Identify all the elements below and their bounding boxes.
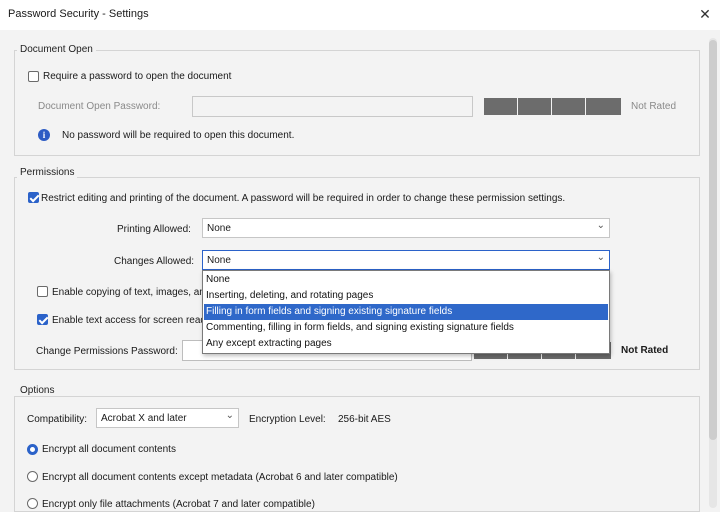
change-permissions-password-label: Change Permissions Password: (36, 346, 178, 357)
chevron-down-icon: ⌄ (596, 220, 605, 231)
changes-allowed-value: None (207, 255, 231, 266)
close-icon[interactable]: ✕ (697, 5, 713, 23)
chevron-down-icon: ⌄ (225, 410, 234, 421)
enable-text-access-checkbox[interactable] (37, 314, 48, 325)
chevron-down-icon: ⌄ (596, 252, 605, 263)
no-password-info-text: No password will be required to open thi… (62, 130, 295, 141)
dropdown-option[interactable]: Commenting, filling in form fields, and … (204, 320, 608, 336)
encryption-level-value: 256-bit AES (338, 414, 391, 425)
printing-allowed-value: None (207, 223, 231, 234)
strength-segment (552, 98, 585, 115)
encryption-level-label: Encryption Level: (249, 414, 326, 425)
changes-allowed-dropdown-list: None Inserting, deleting, and rotating p… (202, 270, 610, 354)
info-icon: i (38, 129, 50, 141)
strength-segment (484, 98, 517, 115)
options-group-label: Options (17, 385, 58, 396)
dropdown-option-highlighted[interactable]: Filling in form fields and signing exist… (204, 304, 608, 320)
password-strength-label: Not Rated (631, 101, 677, 112)
document-open-password-label: Document Open Password: (38, 101, 161, 112)
enable-copying-label[interactable]: Enable copying of text, images, and (52, 287, 210, 298)
compatibility-select[interactable]: Acrobat X and later ⌄ (96, 408, 239, 428)
strength-segment (518, 98, 551, 115)
password-strength-meter (484, 98, 621, 115)
printing-allowed-label: Printing Allowed: (117, 224, 191, 235)
changes-allowed-label: Changes Allowed: (114, 256, 195, 267)
encrypt-except-metadata-label[interactable]: Encrypt all document contents except met… (42, 472, 398, 483)
scrollbar-thumb[interactable] (709, 40, 717, 440)
changes-allowed-select[interactable]: None ⌄ (202, 250, 610, 270)
strength-segment (586, 98, 621, 115)
dropdown-option[interactable]: None (204, 272, 608, 288)
compatibility-value: Acrobat X and later (101, 413, 187, 424)
compatibility-label: Compatibility: (27, 414, 88, 425)
encrypt-except-metadata-radio[interactable] (27, 471, 38, 482)
permissions-group-label: Permissions (17, 167, 78, 178)
encrypt-attachments-label[interactable]: Encrypt only file attachments (Acrobat 7… (42, 499, 315, 510)
restrict-editing-label[interactable]: Restrict editing and printing of the doc… (41, 193, 565, 204)
printing-allowed-select[interactable]: None ⌄ (202, 218, 610, 238)
encrypt-all-radio[interactable] (27, 444, 38, 455)
document-open-group-label: Document Open (17, 44, 96, 55)
window-title: Password Security - Settings (8, 8, 149, 20)
enable-text-access-label[interactable]: Enable text access for screen reade (52, 315, 212, 326)
require-password-label[interactable]: Require a password to open the document (43, 71, 231, 82)
encrypt-all-label[interactable]: Encrypt all document contents (42, 444, 176, 455)
dropdown-option[interactable]: Any except extracting pages (204, 336, 608, 352)
permissions-strength-label: Not Rated (621, 345, 669, 356)
encrypt-attachments-radio[interactable] (27, 498, 38, 509)
restrict-editing-checkbox[interactable] (28, 192, 39, 203)
require-password-checkbox[interactable] (28, 71, 39, 82)
dropdown-option[interactable]: Inserting, deleting, and rotating pages (204, 288, 608, 304)
document-open-password-field[interactable] (192, 96, 473, 117)
enable-copying-checkbox[interactable] (37, 286, 48, 297)
